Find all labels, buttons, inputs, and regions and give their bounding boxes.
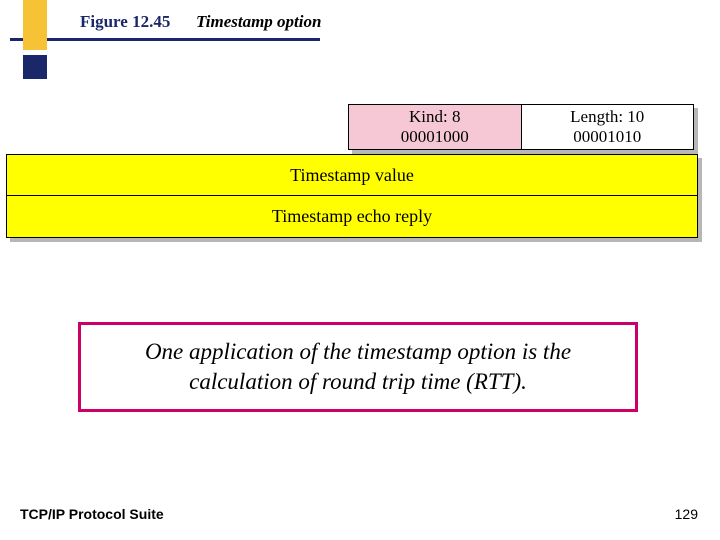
kind-bits: 00001000 (401, 127, 469, 147)
accent-square (23, 55, 47, 79)
accent-bar (23, 0, 47, 50)
kind-cell: Kind: 8 00001000 (348, 104, 522, 150)
figure-number: Figure 12.45 (80, 12, 170, 32)
footer-title: TCP/IP Protocol Suite (20, 506, 164, 522)
option-header-row: Kind: 8 00001000 Length: 10 00001010 (348, 104, 698, 154)
length-cell: Length: 10 00001010 (522, 104, 695, 150)
length-label: Length: 10 (570, 107, 644, 127)
timestamp-echo-row: Timestamp echo reply (6, 196, 698, 238)
callout-box: One application of the timestamp option … (78, 322, 638, 412)
kind-label: Kind: 8 (409, 107, 460, 127)
length-bits: 00001010 (573, 127, 641, 147)
slide-header: Figure 12.45 Timestamp option (0, 0, 720, 70)
page-number: 129 (675, 506, 698, 522)
timestamp-value-row: Timestamp value (6, 154, 698, 196)
option-body-rows: Timestamp value Timestamp echo reply (6, 154, 702, 238)
figure-title: Timestamp option (196, 12, 321, 32)
option-diagram: Kind: 8 00001000 Length: 10 00001010 Tim… (6, 104, 714, 238)
header-rule (10, 38, 320, 41)
